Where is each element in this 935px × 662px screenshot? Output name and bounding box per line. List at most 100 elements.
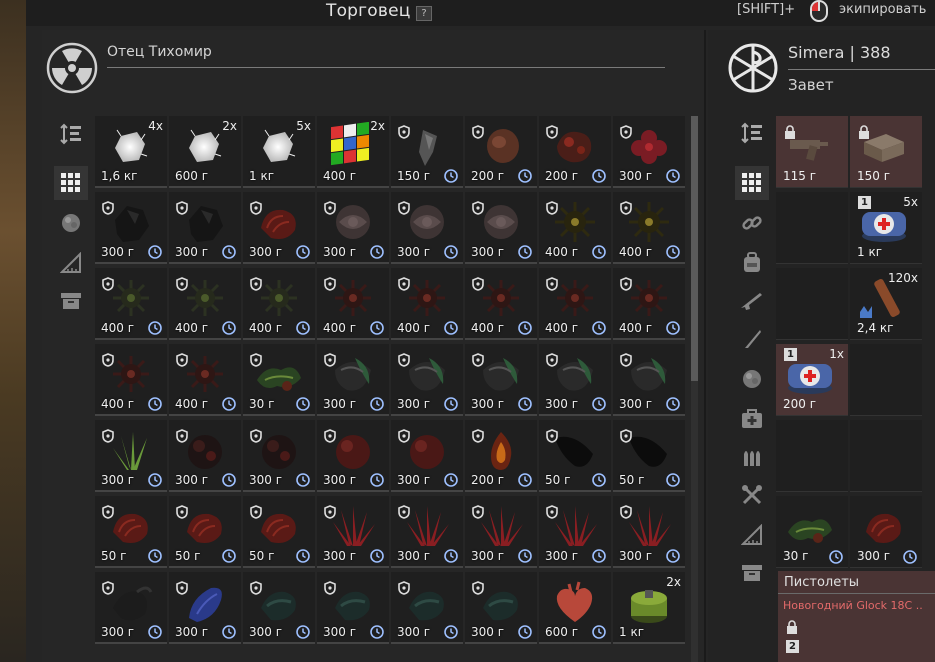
- inventory-item[interactable]: 300 г: [391, 496, 463, 568]
- inventory-item[interactable]: 400 г: [169, 344, 241, 416]
- inventory-item[interactable]: 300 г: [169, 572, 241, 644]
- inventory-item[interactable]: 400 г: [613, 192, 685, 264]
- inventory-item[interactable]: 300 г: [317, 420, 389, 492]
- inventory-item[interactable]: 30 г: [243, 344, 315, 416]
- inventory-item[interactable]: 400 г: [317, 268, 389, 340]
- inventory-item[interactable]: 1 5x 1 кг: [850, 192, 922, 264]
- inventory-item[interactable]: 4x 1,6 кг: [95, 116, 167, 188]
- inventory-item[interactable]: 50 г: [539, 420, 611, 492]
- tab-link[interactable]: [735, 206, 769, 240]
- inventory-item[interactable]: 600 г: [539, 572, 611, 644]
- tab-box[interactable]: [54, 284, 88, 318]
- inventory-item[interactable]: 400 г: [613, 268, 685, 340]
- inventory-item[interactable]: 400 г: [95, 268, 167, 340]
- inventory-item[interactable]: 300 г: [317, 496, 389, 568]
- clock-icon: [222, 244, 236, 259]
- inventory-item[interactable]: 300 г: [169, 192, 241, 264]
- inventory-item[interactable]: 400 г: [539, 268, 611, 340]
- inventory-item[interactable]: 300 г: [243, 420, 315, 492]
- help-button[interactable]: ?: [416, 6, 432, 21]
- inventory-item[interactable]: 300 г: [465, 192, 537, 264]
- tab-grid[interactable]: [54, 166, 88, 200]
- trader-scrollbar-thumb[interactable]: [691, 116, 698, 381]
- inventory-item[interactable]: 400 г: [391, 268, 463, 340]
- inventory-item[interactable]: 400 г: [539, 192, 611, 264]
- item-quantity: 2x: [666, 575, 681, 589]
- inventory-item[interactable]: 300 г: [465, 496, 537, 568]
- inventory-item[interactable]: 2x 600 г: [169, 116, 241, 188]
- inventory-item[interactable]: 300 г: [317, 344, 389, 416]
- tab-artifact[interactable]: [54, 206, 88, 240]
- empty-slot[interactable]: [850, 344, 922, 416]
- backpack-icon: [741, 252, 763, 274]
- shield-icon: [102, 580, 114, 595]
- inventory-item[interactable]: 300 г: [317, 572, 389, 644]
- item-weight: 200 г: [783, 397, 817, 411]
- empty-slot[interactable]: [776, 420, 848, 492]
- inventory-item[interactable]: 50 г: [613, 420, 685, 492]
- tab-ruler[interactable]: [54, 246, 88, 280]
- inventory-item[interactable]: 400 г: [169, 268, 241, 340]
- inventory-item[interactable]: 1 1x 200 г: [776, 344, 848, 416]
- inventory-item[interactable]: 300 г: [613, 116, 685, 188]
- tab-box[interactable]: [735, 556, 769, 590]
- inventory-item[interactable]: 400 г: [465, 268, 537, 340]
- inventory-item[interactable]: 300 г: [465, 572, 537, 644]
- inventory-item[interactable]: 150 г: [850, 116, 922, 188]
- inventory-item[interactable]: 50 г: [95, 496, 167, 568]
- inventory-item[interactable]: 300 г: [243, 572, 315, 644]
- clock-icon: [148, 624, 162, 639]
- inventory-item[interactable]: 300 г: [391, 572, 463, 644]
- item-weight: 300 г: [397, 473, 431, 487]
- inventory-item[interactable]: 150 г: [391, 116, 463, 188]
- tab-tools[interactable]: [735, 478, 769, 512]
- inventory-item[interactable]: 50 г: [243, 496, 315, 568]
- tab-sort[interactable]: [54, 117, 88, 151]
- inventory-item[interactable]: 200 г: [465, 420, 537, 492]
- inventory-item[interactable]: 300 г: [391, 344, 463, 416]
- inventory-item[interactable]: 200 г: [465, 116, 537, 188]
- inventory-item[interactable]: 300 г: [95, 420, 167, 492]
- clock-icon: [296, 472, 310, 487]
- inventory-item[interactable]: 300 г: [95, 572, 167, 644]
- inventory-item[interactable]: 300 г: [243, 192, 315, 264]
- shield-icon: [620, 276, 632, 291]
- tab-knife[interactable]: [735, 322, 769, 356]
- tab-ruler[interactable]: [735, 518, 769, 552]
- inventory-item[interactable]: 300 г: [539, 344, 611, 416]
- item-weight: 1 кг: [249, 169, 275, 183]
- inventory-item[interactable]: 400 г: [243, 268, 315, 340]
- inventory-item[interactable]: 300 г: [391, 192, 463, 264]
- item-weight: 400 г: [619, 321, 653, 335]
- inventory-item[interactable]: 300 г: [169, 420, 241, 492]
- tab-medkit[interactable]: [735, 402, 769, 436]
- inventory-item[interactable]: 2x 1 кг: [613, 572, 685, 644]
- inventory-item[interactable]: 300 г: [95, 192, 167, 264]
- empty-slot[interactable]: [776, 268, 848, 340]
- inventory-item[interactable]: 30 г: [776, 496, 848, 568]
- empty-slot[interactable]: [776, 192, 848, 264]
- empty-slot[interactable]: [850, 420, 922, 492]
- inventory-item[interactable]: 120x 2,4 кг: [850, 268, 922, 340]
- tab-artifact[interactable]: [735, 362, 769, 396]
- inventory-item[interactable]: 200 г: [539, 116, 611, 188]
- inventory-item[interactable]: 300 г: [539, 496, 611, 568]
- item-weight: 400 г: [175, 321, 209, 335]
- inventory-item[interactable]: 5x 1 кг: [243, 116, 315, 188]
- tab-grid[interactable]: [735, 166, 769, 200]
- inventory-item[interactable]: 300 г: [613, 496, 685, 568]
- inventory-item[interactable]: 300 г: [317, 192, 389, 264]
- inventory-item[interactable]: 300 г: [850, 496, 922, 568]
- shield-icon: [176, 352, 188, 367]
- inventory-item[interactable]: 115 г: [776, 116, 848, 188]
- tab-rifle[interactable]: [735, 284, 769, 318]
- tab-sort[interactable]: [735, 116, 769, 150]
- tab-ammo[interactable]: [735, 440, 769, 474]
- inventory-item[interactable]: 300 г: [613, 344, 685, 416]
- inventory-item[interactable]: 300 г: [391, 420, 463, 492]
- tab-backpack[interactable]: [735, 246, 769, 280]
- inventory-item[interactable]: 2x 400 г: [317, 116, 389, 188]
- inventory-item[interactable]: 300 г: [465, 344, 537, 416]
- inventory-item[interactable]: 400 г: [95, 344, 167, 416]
- inventory-item[interactable]: 50 г: [169, 496, 241, 568]
